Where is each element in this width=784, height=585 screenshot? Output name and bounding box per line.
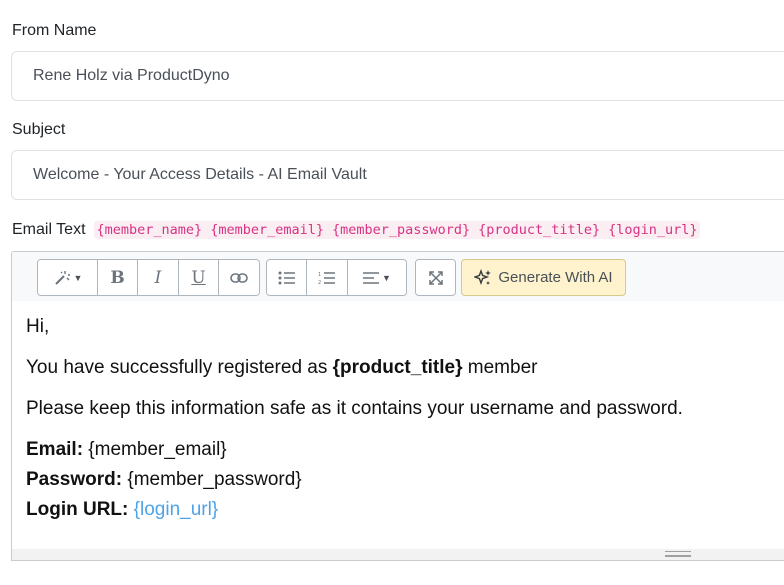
greeting-text: Hi,: [26, 316, 50, 337]
generate-with-ai-button[interactable]: Generate With AI: [461, 259, 626, 296]
subject-field[interactable]: [11, 150, 784, 200]
subject-input[interactable]: [33, 166, 779, 184]
editor-content[interactable]: Hi, You have successfully registered as …: [26, 315, 784, 528]
placeholder-tags: {member_name} {member_email} {member_pas…: [93, 221, 701, 239]
keep-safe-text: Please keep this information safe as it …: [26, 398, 683, 419]
bold-button[interactable]: B: [98, 260, 138, 295]
email-text-label: Email Text: [12, 221, 86, 238]
italic-icon: I: [154, 267, 162, 288]
chevron-down-icon: ▼: [382, 272, 391, 283]
toolbar-group-style: ▼ B I U: [37, 259, 260, 296]
email-text-editor: ▼ B I U 1 2 ▼ Generate With AI Hi, You h…: [11, 251, 784, 561]
login-line: Login URL: {login_url}: [26, 499, 219, 520]
magic-style-button[interactable]: ▼: [38, 260, 98, 295]
sparkles-icon: [474, 268, 492, 285]
italic-button[interactable]: I: [138, 260, 179, 295]
chevron-down-icon: ▼: [73, 272, 83, 283]
svg-text:1: 1: [318, 272, 321, 278]
placeholder-tag: {member_password}: [331, 222, 471, 238]
underline-button[interactable]: U: [179, 260, 219, 295]
login-url-link[interactable]: {login_url}: [134, 499, 219, 520]
placeholder-tag: {product_title}: [478, 222, 601, 238]
unordered-list-button[interactable]: [267, 260, 307, 295]
fullscreen-button[interactable]: [416, 260, 455, 295]
align-button[interactable]: ▼: [348, 260, 406, 295]
bold-icon: B: [110, 267, 125, 288]
password-line: Password: {member_password}: [26, 469, 302, 490]
align-icon: [363, 271, 380, 284]
link-icon: [230, 272, 248, 283]
placeholder-tag: {member_email}: [210, 222, 324, 238]
registered-text: You have successfully registered as {pro…: [26, 357, 538, 378]
email-text-label-row: Email Text {member_name} {member_email} …: [12, 221, 701, 239]
ordered-list-icon: 1 2: [318, 272, 335, 285]
placeholder-tag: {member_name}: [96, 222, 203, 238]
product-title-tag: {product_title}: [332, 357, 463, 378]
resize-handle[interactable]: [665, 551, 691, 557]
ordered-list-button[interactable]: 1 2: [307, 260, 348, 295]
link-button[interactable]: [219, 260, 259, 295]
toolbar-group-paragraph: 1 2 ▼: [266, 259, 407, 296]
subject-label: Subject: [12, 121, 66, 138]
from-name-field[interactable]: [11, 51, 784, 101]
email-line: Email: {member_email}: [26, 439, 227, 460]
unordered-list-icon: [278, 271, 295, 284]
toolbar-group-view: [415, 259, 456, 296]
placeholder-tag: {login_url}: [608, 222, 698, 238]
from-name-input[interactable]: [33, 67, 779, 85]
underline-icon: U: [191, 267, 206, 288]
svg-text:2: 2: [318, 280, 321, 285]
from-name-label: From Name: [12, 22, 97, 39]
editor-toolbar: ▼ B I U 1 2 ▼ Generate With AI: [12, 252, 784, 301]
fullscreen-icon: [428, 270, 443, 285]
magic-icon: [54, 270, 70, 285]
generate-with-ai-label: Generate With AI: [498, 269, 613, 286]
